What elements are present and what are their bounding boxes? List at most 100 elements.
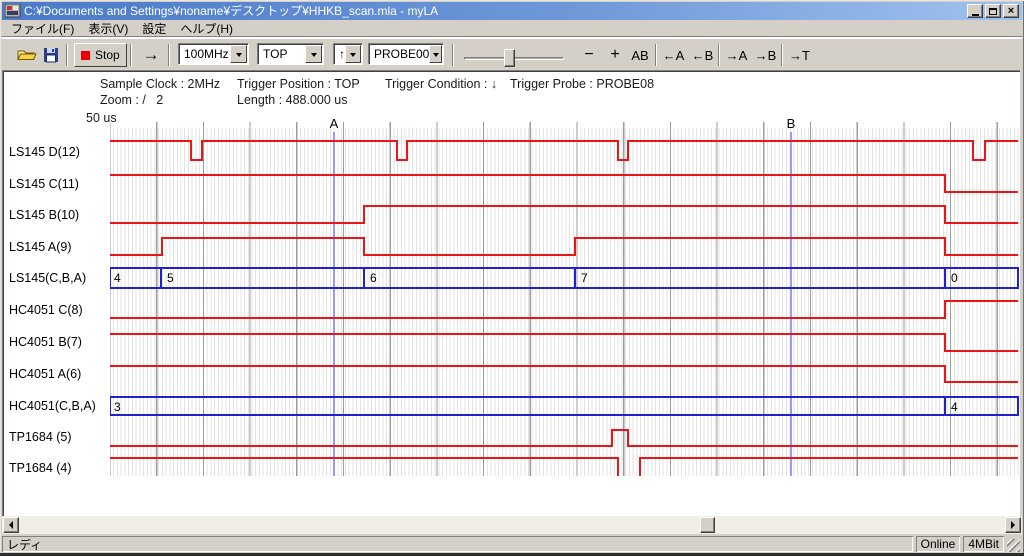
app-icon xyxy=(5,4,21,18)
marker-label-B: B xyxy=(787,116,796,131)
goto-marker-a-back-button[interactable]: ←A xyxy=(660,43,687,67)
combo-dropdown-button[interactable] xyxy=(305,45,322,63)
chevron-down-icon xyxy=(236,53,242,60)
save-file-button[interactable] xyxy=(38,43,64,67)
trigger-probe-combo[interactable]: PROBE00 xyxy=(368,43,444,65)
combo-dropdown-button[interactable] xyxy=(230,45,247,63)
arrow-right-icon xyxy=(1011,521,1019,529)
bus-value: 7 xyxy=(581,271,588,285)
slider-thumb[interactable] xyxy=(504,49,515,67)
window-title: C:¥Documents and Settings¥noname¥デスクトップ¥… xyxy=(24,2,967,20)
channel-label: LS145 C(11) xyxy=(9,176,79,192)
close-icon: × xyxy=(1008,6,1014,16)
channel-label: TP1684 (4) xyxy=(9,460,72,476)
stop-button[interactable]: Stop xyxy=(74,43,127,67)
scroll-left-button[interactable] xyxy=(3,517,19,533)
sample-clock-combo[interactable]: 100MHz xyxy=(178,43,249,65)
run-button[interactable]: → xyxy=(138,43,164,67)
toolbar-separator xyxy=(452,44,454,66)
digital-trace xyxy=(110,301,1018,318)
toolbar: Stop → 100MHz TOP ↑ PROBE00 − + AB ←A xyxy=(2,38,1022,70)
digital-trace xyxy=(110,334,1018,351)
sample-clock-value: 100MHz xyxy=(179,47,230,61)
digital-trace xyxy=(110,141,1018,160)
resize-grip[interactable] xyxy=(1007,539,1020,552)
menu-help[interactable]: ヘルプ(H) xyxy=(173,19,240,38)
trigger-position-value: TOP xyxy=(258,47,305,61)
toolbar-separator xyxy=(130,44,132,66)
maximize-icon xyxy=(989,8,997,15)
digital-trace xyxy=(110,238,1018,255)
trigger-edge-combo[interactable]: ↑ xyxy=(333,43,363,65)
status-ready: レディ xyxy=(2,536,913,552)
goto-marker-a-fwd-button[interactable]: →A xyxy=(723,43,750,67)
channel-label: LS145 B(10) xyxy=(9,207,79,223)
bus-trace xyxy=(110,268,1018,288)
bus-value: 5 xyxy=(167,271,174,285)
toolbar-separator xyxy=(781,44,783,66)
goto-trigger-button[interactable]: →T xyxy=(786,43,813,67)
trigger-probe-value: PROBE00 xyxy=(369,47,429,61)
arrow-left-icon xyxy=(5,521,13,529)
waveform-panel: Sample Clock : 2MHz Trigger Position : T… xyxy=(2,70,1020,516)
toolbar-separator xyxy=(168,44,170,66)
channel-label: LS145 D(12) xyxy=(9,144,80,160)
horizontal-scrollbar[interactable] xyxy=(2,516,1022,534)
chevron-down-icon xyxy=(433,53,439,60)
toolbar-separator xyxy=(718,44,720,66)
open-folder-icon xyxy=(17,47,37,63)
combo-dropdown-button[interactable] xyxy=(345,45,361,63)
chevron-down-icon xyxy=(311,53,317,60)
channel-label: TP1684 (5) xyxy=(9,429,72,445)
digital-trace xyxy=(110,206,1018,223)
digital-trace xyxy=(110,366,1018,382)
zoom-ab-button[interactable]: AB xyxy=(628,43,652,67)
bus-value: 4 xyxy=(114,271,121,285)
bus-trace xyxy=(110,397,1018,415)
digital-trace xyxy=(110,175,1018,192)
run-arrow-icon: → xyxy=(143,45,160,65)
status-online-badge: Online xyxy=(916,536,961,552)
channel-label: HC4051 B(7) xyxy=(9,334,82,350)
goto-marker-b-fwd-button[interactable]: →B xyxy=(752,43,779,67)
channel-label: LS145 A(9) xyxy=(9,239,72,255)
combo-dropdown-button[interactable] xyxy=(429,45,442,63)
save-floppy-icon xyxy=(43,47,60,63)
channel-label: HC4051(C,B,A) xyxy=(9,398,96,414)
trigger-position-combo[interactable]: TOP xyxy=(257,43,324,65)
trigger-edge-value: ↑ xyxy=(334,47,345,61)
scrollbar-thumb[interactable] xyxy=(700,517,715,533)
channel-label: HC4051 C(8) xyxy=(9,302,83,318)
bus-value: 3 xyxy=(114,400,121,414)
minimize-button[interactable] xyxy=(967,4,983,18)
waveform-canvas[interactable]: A B 4 5 6 7 0 3 4 xyxy=(110,70,1020,476)
open-file-button[interactable] xyxy=(14,43,40,67)
digital-trace xyxy=(110,458,1018,476)
menu-settings[interactable]: 設定 xyxy=(135,19,173,38)
menubar: ファイル(F) 表示(V) 設定 ヘルプ(H) xyxy=(2,20,1022,37)
channel-label: HC4051 A(6) xyxy=(9,366,81,382)
stop-icon xyxy=(81,51,90,60)
digital-trace xyxy=(110,430,1018,446)
grid-fine xyxy=(110,128,1018,476)
toolbar-separator xyxy=(66,44,68,66)
chevron-down-icon xyxy=(350,53,356,60)
maximize-button[interactable] xyxy=(985,4,1001,18)
scroll-right-button[interactable] xyxy=(1005,517,1021,533)
statusbar: レディ Online 4MBit xyxy=(2,535,1022,553)
zoom-out-button[interactable]: − xyxy=(578,43,600,67)
toolbar-separator xyxy=(655,44,657,66)
channel-label: LS145(C,B,A) xyxy=(9,270,86,286)
menu-view[interactable]: 表示(V) xyxy=(81,19,135,38)
goto-marker-b-back-button[interactable]: ←B xyxy=(689,43,716,67)
marker-label-A: A xyxy=(330,116,339,131)
close-button[interactable]: × xyxy=(1003,4,1019,18)
bus-value: 4 xyxy=(951,400,958,414)
zoom-in-button[interactable]: + xyxy=(604,43,626,67)
zoom-slider[interactable] xyxy=(464,43,568,67)
menu-file[interactable]: ファイル(F) xyxy=(4,19,81,38)
minimize-icon xyxy=(972,14,979,16)
bus-value: 0 xyxy=(951,271,958,285)
titlebar: C:¥Documents and Settings¥noname¥デスクトップ¥… xyxy=(2,2,1022,20)
bus-value: 6 xyxy=(370,271,377,285)
